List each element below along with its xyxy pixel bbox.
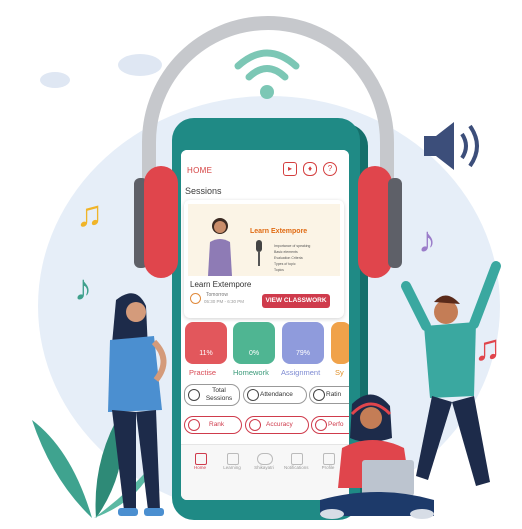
video-icon[interactable]: ▸ xyxy=(283,162,297,176)
headphone-cup-right-inner xyxy=(388,178,402,268)
thumbnail-bullet: Topics xyxy=(274,268,284,272)
app-header: HOME ▸ ♦ ? xyxy=(181,150,349,190)
woman-with-laptop-illustration xyxy=(320,394,434,519)
help-icon[interactable]: ? xyxy=(323,162,337,176)
homework-percent: 0% xyxy=(248,350,260,357)
thumbnail-bullet: Types of topic xyxy=(274,262,296,266)
pill-label: Total Sessions xyxy=(205,387,233,402)
headphone-cup-right xyxy=(358,166,392,278)
home-tab-icon[interactable] xyxy=(195,453,207,465)
session-card[interactable]: Learn Extempore Importance of speaking B… xyxy=(184,200,344,318)
session-title: Learn Extempore xyxy=(190,280,252,289)
practise-label: Practise xyxy=(189,368,217,377)
thumbnail-title: Learn Extempore xyxy=(250,228,308,235)
thumbnail-bullet: Importance of speaking xyxy=(274,244,311,248)
sessions-icon xyxy=(188,389,200,401)
pill-label: Attendance xyxy=(260,391,293,398)
microphone-icon xyxy=(256,240,262,266)
speaker-icon xyxy=(424,122,479,170)
accuracy-icon xyxy=(249,419,261,431)
headphone-cup-left xyxy=(144,166,178,278)
syllabus-tile[interactable] xyxy=(331,322,349,364)
practise-tile[interactable]: 11% xyxy=(185,322,227,364)
cloud-decoration xyxy=(40,72,70,88)
pill-label: Rank xyxy=(209,421,225,428)
session-time: 05:30 PM - 6:30 PM xyxy=(204,299,245,304)
total-sessions-pill[interactable]: Total Sessions xyxy=(184,384,240,406)
woman-standing-illustration xyxy=(108,293,167,516)
tab-home[interactable]: Home xyxy=(188,465,212,470)
tab-learning[interactable]: Learning xyxy=(220,465,244,470)
learning-tab-icon[interactable] xyxy=(227,453,239,465)
home-title[interactable]: HOME xyxy=(187,166,212,175)
pill-label: Accuracy xyxy=(266,421,293,428)
assignment-label: Assignment xyxy=(281,368,321,377)
homework-tile[interactable]: 0% xyxy=(233,322,275,364)
assignment-tile[interactable]: 79% xyxy=(282,322,324,364)
tab-shikayatri[interactable]: Shikayatri xyxy=(252,465,276,470)
notification-bell-icon[interactable]: ♦ xyxy=(303,162,317,176)
notifications-tab-icon[interactable] xyxy=(291,453,303,465)
rank-icon xyxy=(188,419,200,431)
music-note-icon: ♫ xyxy=(76,193,103,234)
shikayatri-tab-icon[interactable] xyxy=(257,453,273,465)
homework-label: Homework xyxy=(233,368,269,377)
syllabus-label: Sy xyxy=(335,368,344,377)
thumbnail-bullet: Basic elements xyxy=(274,250,298,254)
tab-notifications[interactable]: Notifications xyxy=(284,465,309,470)
thumbnail-bullet: Evaluation Criteria xyxy=(274,256,303,260)
attendance-pill[interactable]: Attendance xyxy=(243,386,307,404)
accuracy-pill[interactable]: Accuracy xyxy=(245,416,309,434)
rank-pill[interactable]: Rank xyxy=(184,416,242,434)
instructor-image xyxy=(208,218,232,276)
session-day: Tomorrow xyxy=(206,292,228,298)
attendance-icon xyxy=(247,389,259,401)
sessions-heading: Sessions xyxy=(185,186,222,196)
music-note-icon: ♪ xyxy=(418,219,436,260)
music-note-icon: ♪ xyxy=(74,267,92,308)
cloud-decoration xyxy=(118,54,162,76)
clock-icon xyxy=(190,293,201,304)
session-thumbnail[interactable]: Learn Extempore Importance of speaking B… xyxy=(188,204,340,276)
assignment-percent: 79% xyxy=(295,350,310,357)
view-classwork-button[interactable]: VIEW CLASSWORK xyxy=(262,294,330,308)
practise-percent: 11% xyxy=(199,350,213,357)
